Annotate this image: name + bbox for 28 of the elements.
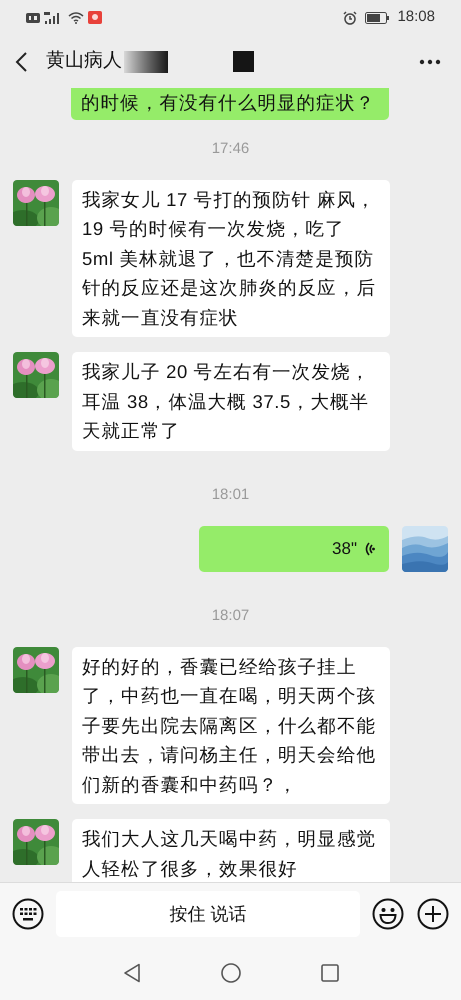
more-icon[interactable] (419, 58, 441, 64)
wifi-icon (68, 12, 84, 24)
hd-icon (26, 12, 40, 22)
chat-title: 黄山病人 (46, 49, 122, 74)
redaction-mark (124, 50, 168, 72)
message-bubble: 我们大人这几天喝中药，明显感觉人轻松了很多，效果很好 (72, 819, 390, 882)
hold-to-talk-button[interactable]: 按住 说话 (56, 891, 360, 937)
timestamp: 18:01 (212, 485, 250, 506)
message-bubble: 的时候，有没有什么明显的症状？ (71, 88, 389, 120)
home-icon[interactable] (220, 962, 240, 982)
timestamp: 17:46 (212, 139, 250, 160)
timestamp: 18:07 (212, 606, 250, 626)
redaction-mark (233, 51, 254, 72)
voice-message[interactable]: 38" (199, 526, 389, 572)
recent-apps-icon[interactable] (320, 964, 338, 982)
alarm-icon (343, 10, 358, 24)
battery-icon (365, 12, 390, 24)
message-bubble: 好的好的，香囊已经给孩子挂上了，中药也一直在喝，明天两个孩子要先出院去隔离区，什么都不能带出去，请问杨主任，明天会给他们新的香囊和中药吗？， (72, 646, 390, 804)
app-notification-icon (88, 11, 102, 24)
keyboard-icon[interactable] (12, 898, 44, 930)
emoji-icon[interactable] (372, 898, 404, 930)
message-bubble: 我家女儿 17 号打的预防针 麻风，19 号的时候有一次发烧，吃了 5ml 美林就退了，也不清楚是预防针的反应还是这次肺炎的反应，后来就一直没有症状 (72, 180, 390, 337)
message-bubble: 我家儿子 20 号左右有一次发烧，耳温 38，体温大概 37.5，大概半天就正常了 (72, 352, 390, 450)
back-icon[interactable] (14, 50, 28, 72)
status-time: 18:08 (397, 7, 435, 28)
sound-wave-icon (363, 540, 375, 556)
add-icon[interactable] (417, 898, 449, 930)
back-icon[interactable] (122, 962, 140, 982)
